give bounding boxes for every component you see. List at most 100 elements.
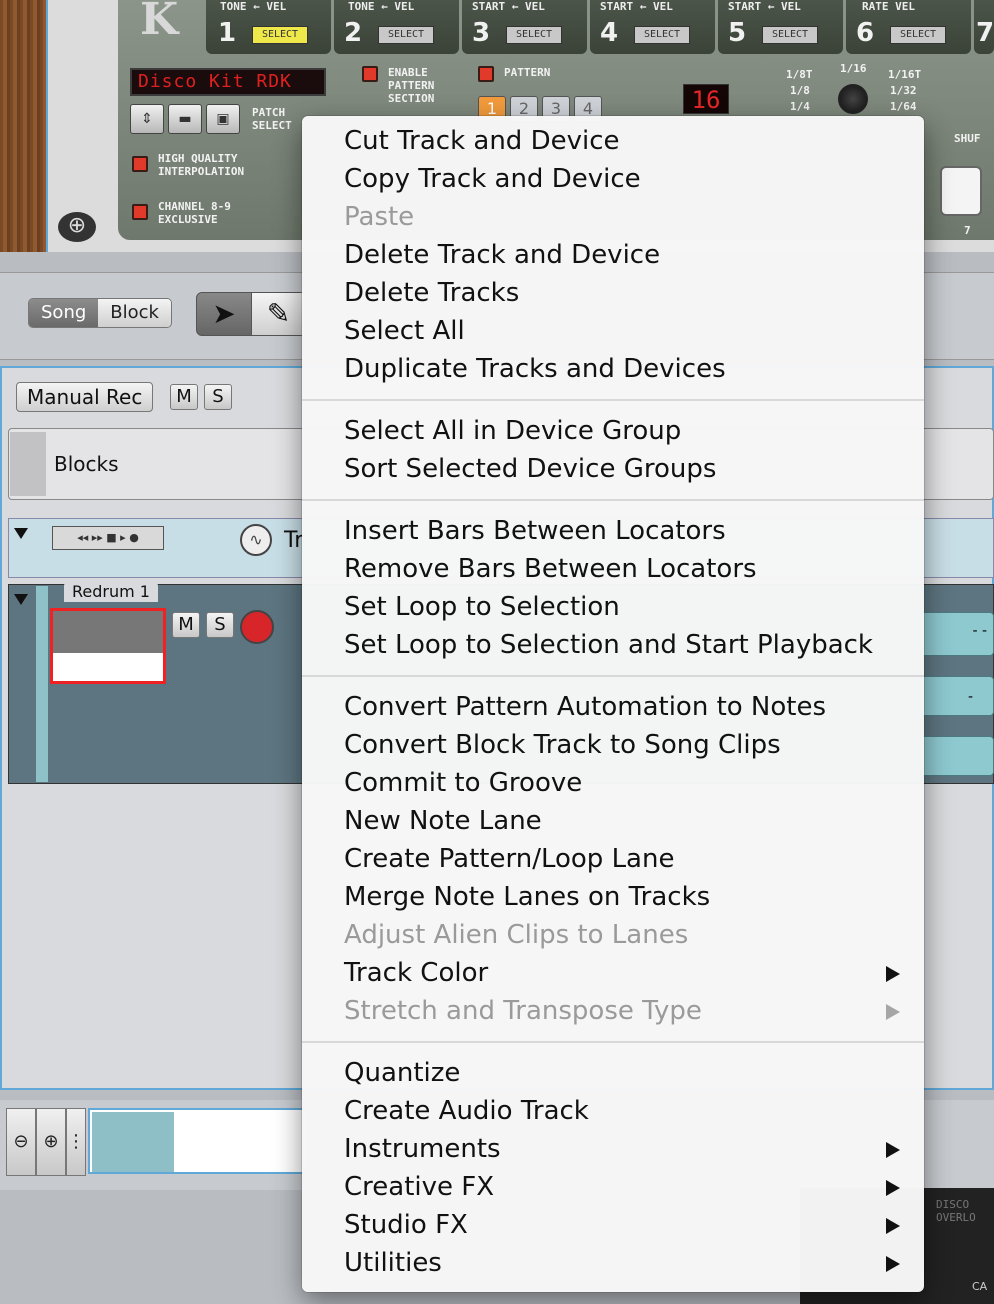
resolution-label: 1/8 bbox=[790, 84, 810, 97]
collapse-triangle-icon[interactable] bbox=[14, 594, 28, 605]
strip-number: 1 bbox=[218, 18, 237, 48]
menu-item-cut-track-and-device[interactable]: Cut Track and Device bbox=[302, 122, 924, 160]
menu-item-label: Convert Pattern Automation to Notes bbox=[344, 692, 827, 722]
menu-item-label: Track Color bbox=[344, 958, 489, 988]
strip-header: TONE ← VEL bbox=[348, 0, 415, 13]
redrum-device-thumbnail[interactable] bbox=[50, 608, 166, 684]
menu-item-create-pattern-loop-lane[interactable]: Create Pattern/Loop Lane bbox=[302, 840, 924, 878]
pattern-led[interactable] bbox=[478, 66, 494, 82]
menu-item-delete-track-and-device[interactable]: Delete Track and Device bbox=[302, 236, 924, 274]
step-pad-7[interactable] bbox=[940, 166, 982, 216]
arrow-tool-icon[interactable]: ➤ bbox=[197, 293, 251, 335]
redrum-lane-handle bbox=[36, 586, 48, 782]
menu-item-convert-pattern-automation-to-notes[interactable]: Convert Pattern Automation to Notes bbox=[302, 688, 924, 726]
menu-item-create-audio-track[interactable]: Create Audio Track bbox=[302, 1092, 924, 1130]
high-quality-led[interactable] bbox=[132, 156, 148, 172]
drum-select-button-6[interactable]: SELECT bbox=[890, 26, 946, 44]
patch-browse-folder-icon[interactable]: ▬ bbox=[168, 104, 202, 134]
strip-header: START ← VEL bbox=[728, 0, 801, 13]
song-mode-button[interactable]: Song bbox=[29, 299, 99, 327]
add-device-icon[interactable]: ⊕ bbox=[58, 212, 96, 242]
patch-select-label: PATCH SELECT bbox=[252, 106, 292, 132]
menu-item-creative-fx[interactable]: Creative FX bbox=[302, 1168, 924, 1206]
menu-item-label: Sort Selected Device Groups bbox=[344, 454, 717, 484]
redrum-mute-button[interactable]: M bbox=[172, 612, 200, 638]
manual-rec-button[interactable]: Manual Rec bbox=[16, 382, 154, 412]
note-clip[interactable] bbox=[920, 736, 994, 776]
drum-select-button-2[interactable]: SELECT bbox=[378, 26, 434, 44]
submenu-arrow-icon bbox=[886, 1218, 900, 1234]
redrum-solo-button[interactable]: S bbox=[206, 612, 234, 638]
navigator-grip-icon[interactable]: ⋮ bbox=[66, 1108, 86, 1176]
menu-item-copy-track-and-device[interactable]: Copy Track and Device bbox=[302, 160, 924, 198]
menu-item-sort-selected-device-groups[interactable]: Sort Selected Device Groups bbox=[302, 450, 924, 488]
menu-item-label: Paste bbox=[344, 202, 415, 232]
menu-item-remove-bars-between-locators[interactable]: Remove Bars Between Locators bbox=[302, 550, 924, 588]
menu-item-insert-bars-between-locators[interactable]: Insert Bars Between Locators bbox=[302, 512, 924, 550]
menu-item-instruments[interactable]: Instruments bbox=[302, 1130, 924, 1168]
blocks-lane-handle bbox=[10, 432, 46, 496]
drum-select-button-4[interactable]: SELECT bbox=[634, 26, 690, 44]
resolution-label: 1/16 bbox=[840, 62, 867, 75]
wave-icon: ∿ bbox=[240, 524, 272, 556]
menu-item-label: Remove Bars Between Locators bbox=[344, 554, 757, 584]
menu-item-quantize[interactable]: Quantize bbox=[302, 1054, 924, 1092]
drum-select-button-3[interactable]: SELECT bbox=[506, 26, 562, 44]
menu-item-label: Convert Block Track to Song Clips bbox=[344, 730, 781, 760]
note-clip[interactable]: - - bbox=[920, 612, 994, 656]
menu-item-select-all-in-device-group[interactable]: Select All in Device Group bbox=[302, 412, 924, 450]
solo-button[interactable]: S bbox=[204, 384, 232, 410]
zoom-out-icon[interactable]: ⊖ bbox=[6, 1108, 36, 1176]
drum-channel-strip-2: TONE ← VEL 2 SELECT bbox=[334, 0, 459, 54]
clip-mark: - bbox=[967, 689, 973, 705]
redrum-track-name: Redrum 1 bbox=[64, 582, 158, 602]
menu-item-merge-note-lanes-on-tracks[interactable]: Merge Note Lanes on Tracks bbox=[302, 878, 924, 916]
enable-pattern-led[interactable] bbox=[362, 66, 378, 82]
patch-save-icon[interactable]: ▣ bbox=[206, 104, 240, 134]
menu-item-commit-to-groove[interactable]: Commit to Groove bbox=[302, 764, 924, 802]
resolution-knob[interactable] bbox=[838, 84, 868, 114]
menu-item-utilities[interactable]: Utilities bbox=[302, 1244, 924, 1282]
shuffle-label: SHUF bbox=[954, 132, 981, 145]
menu-item-label: Adjust Alien Clips to Lanes bbox=[344, 920, 689, 950]
thumb-label: DISCO OVERLO bbox=[936, 1198, 976, 1224]
strip-header: TONE ← VEL bbox=[220, 0, 287, 13]
pattern-label: PATTERN bbox=[504, 66, 551, 79]
menu-item-set-loop-to-selection-and-start-playback[interactable]: Set Loop to Selection and Start Playback bbox=[302, 626, 924, 664]
note-clip[interactable]: - bbox=[920, 676, 994, 716]
drum-select-button-1[interactable]: SELECT bbox=[252, 26, 308, 44]
menu-item-duplicate-tracks-and-devices[interactable]: Duplicate Tracks and Devices bbox=[302, 350, 924, 388]
clip-mark: - - bbox=[972, 623, 987, 639]
strip-number: 4 bbox=[600, 18, 619, 48]
block-mode-button[interactable]: Block bbox=[98, 299, 171, 327]
redrum-logo-icon: K bbox=[140, 0, 179, 45]
record-enable-icon[interactable] bbox=[240, 610, 274, 644]
submenu-arrow-icon bbox=[886, 1004, 900, 1020]
collapse-triangle-icon[interactable] bbox=[14, 528, 28, 539]
navigator-visible-range[interactable] bbox=[92, 1112, 174, 1172]
menu-item-convert-block-track-to-song-clips[interactable]: Convert Block Track to Song Clips bbox=[302, 726, 924, 764]
menu-item-set-loop-to-selection[interactable]: Set Loop to Selection bbox=[302, 588, 924, 626]
menu-separator bbox=[302, 664, 924, 688]
resolution-label: 1/8T bbox=[786, 68, 813, 81]
menu-item-label: New Note Lane bbox=[344, 806, 542, 836]
zoom-in-icon[interactable]: ⊕ bbox=[36, 1108, 66, 1176]
drum-select-button-5[interactable]: SELECT bbox=[762, 26, 818, 44]
channel-exclusive-led[interactable] bbox=[132, 204, 148, 220]
menu-item-new-note-lane[interactable]: New Note Lane bbox=[302, 802, 924, 840]
drum-channel-strip-1: TONE ← VEL 1 SELECT bbox=[206, 0, 331, 54]
menu-item-studio-fx[interactable]: Studio FX bbox=[302, 1206, 924, 1244]
resolution-label: 1/64 bbox=[890, 100, 917, 113]
resolution-label: 1/16T bbox=[888, 68, 922, 81]
pencil-tool-icon[interactable]: ✎ bbox=[250, 293, 305, 335]
mute-button[interactable]: M bbox=[170, 384, 198, 410]
menu-item-label: Merge Note Lanes on Tracks bbox=[344, 882, 711, 912]
menu-item-label: Insert Bars Between Locators bbox=[344, 516, 726, 546]
menu-item-delete-tracks[interactable]: Delete Tracks bbox=[302, 274, 924, 312]
menu-item-select-all[interactable]: Select All bbox=[302, 312, 924, 350]
track-context-menu: Cut Track and Device Copy Track and Devic… bbox=[302, 116, 924, 1292]
step-number-label: 7 bbox=[964, 224, 971, 237]
menu-item-label: Set Loop to Selection and Start Playback bbox=[344, 630, 873, 660]
menu-item-track-color[interactable]: Track Color bbox=[302, 954, 924, 992]
patch-up-down-button[interactable]: ⇕ bbox=[130, 104, 164, 134]
